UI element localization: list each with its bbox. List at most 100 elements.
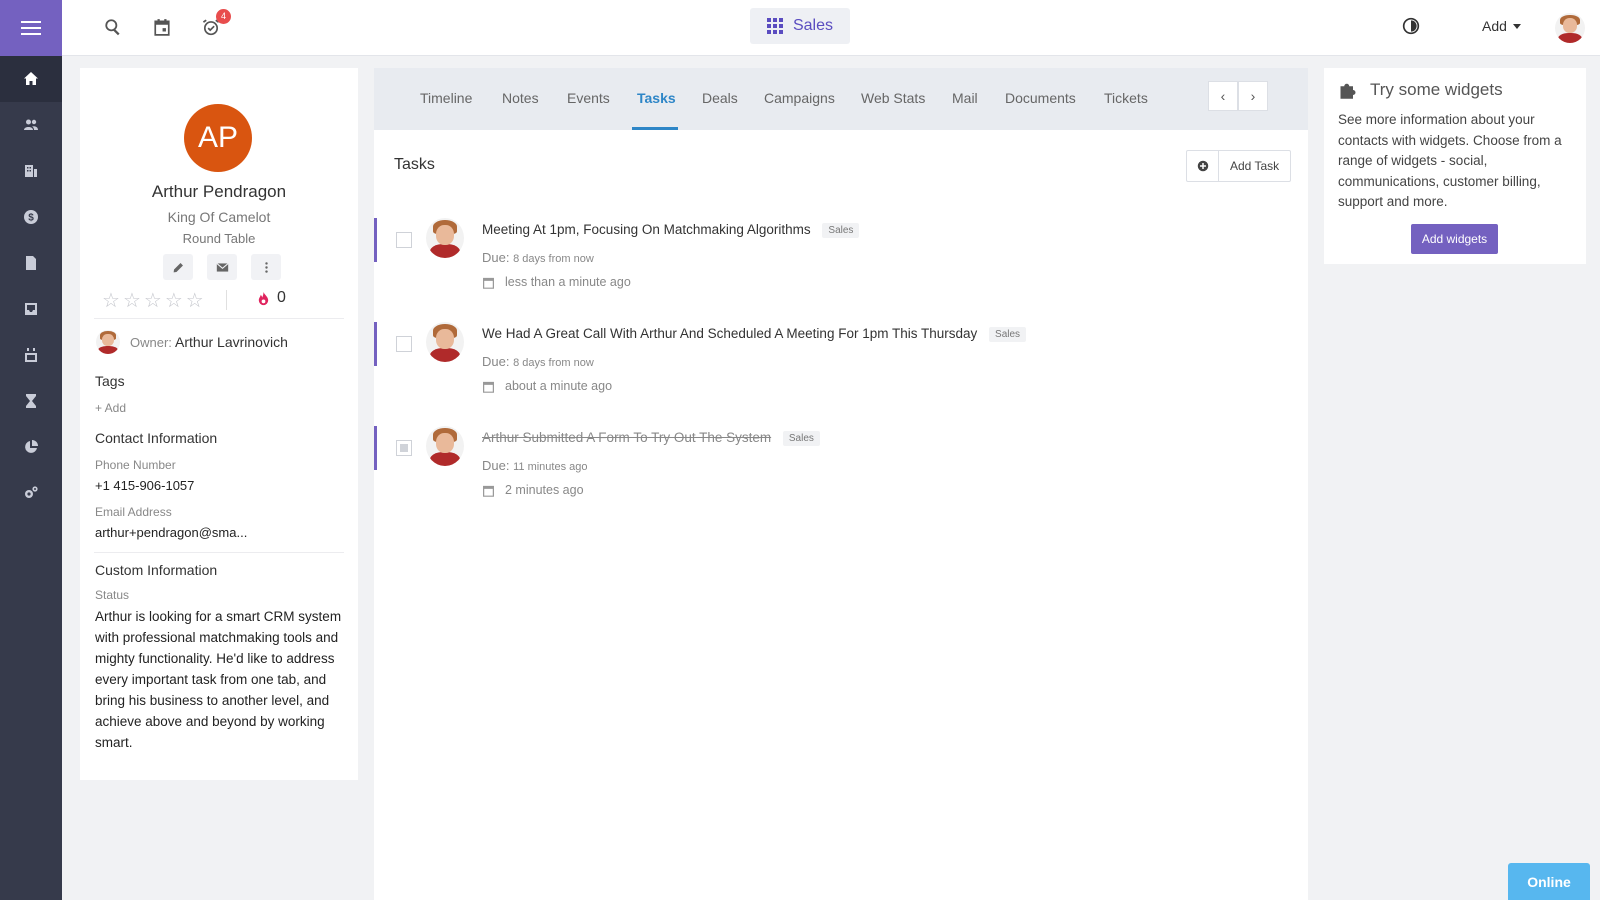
chevron-right-icon[interactable]: › — [1238, 81, 1268, 111]
theme-toggle-icon[interactable] — [1402, 17, 1420, 35]
lead-score-value: 0 — [277, 289, 286, 306]
email-button[interactable] — [207, 254, 237, 280]
star-icon[interactable]: ☆ — [102, 288, 120, 313]
edit-button[interactable] — [163, 254, 193, 280]
add-task-label: Add Task — [1230, 159, 1280, 173]
task-title-row: We Had A Great Call With Arthur And Sche… — [482, 326, 1027, 342]
task-title-row: Arthur Submitted A Form To Try Out The S… — [482, 430, 820, 446]
task-title[interactable]: We Had A Great Call With Arthur And Sche… — [482, 326, 977, 341]
owner-avatar — [96, 330, 120, 354]
task-assignee-avatar — [426, 426, 464, 466]
task-tag: Sales — [782, 430, 820, 446]
tab-scroll-controls: ‹ › — [1208, 81, 1268, 111]
app-switcher-button[interactable]: Sales — [750, 8, 850, 44]
task-due: Due: 11 minutes ago — [482, 458, 588, 473]
created-value: less than a minute ago — [505, 275, 631, 289]
nav-reports-icon[interactable] — [0, 424, 62, 470]
add-dropdown-button[interactable]: Add — [1482, 18, 1521, 34]
app-switcher-label: Sales — [792, 17, 834, 34]
contact-info-heading: Contact Information — [95, 430, 218, 446]
top-bar: 4 Sales Add — [62, 0, 1600, 56]
more-options-button[interactable] — [251, 254, 281, 280]
task-created: 2 minutes ago — [482, 483, 584, 497]
task-checkbox[interactable] — [396, 232, 412, 248]
pencil-icon — [173, 262, 183, 272]
task-title[interactable]: Meeting At 1pm, Focusing On Matchmaking … — [482, 222, 811, 237]
tab-events[interactable]: Events — [567, 90, 610, 106]
plus-circle-icon — [1187, 151, 1219, 181]
task-checkbox[interactable] — [396, 336, 412, 352]
add-tag-button[interactable]: + Add — [95, 401, 126, 415]
nav-calendar-icon[interactable] — [0, 332, 62, 378]
email-value[interactable]: arthur+pendragon@sma... — [95, 525, 247, 540]
tags-heading: Tags — [95, 373, 125, 389]
task-item: Arthur Submitted A Form To Try Out The S… — [374, 426, 1308, 516]
task-title[interactable]: Arthur Submitted A Form To Try Out The S… — [482, 430, 771, 445]
owner-row: Owner: Arthur Lavrinovich — [96, 330, 288, 354]
contact-name: Arthur Pendragon — [151, 182, 287, 201]
add-task-button[interactable]: Add Task — [1186, 150, 1292, 182]
due-value: 8 days from now — [513, 253, 594, 265]
nav-home-icon[interactable] — [0, 56, 62, 102]
star-rating[interactable]: ☆ ☆ ☆ ☆ ☆ — [102, 288, 204, 313]
search-icon[interactable] — [102, 16, 124, 38]
star-icon[interactable]: ☆ — [186, 288, 204, 313]
star-icon[interactable]: ☆ — [123, 288, 141, 313]
active-tab-indicator — [632, 127, 678, 130]
task-assignee-avatar — [426, 322, 464, 362]
calendar-icon[interactable] — [151, 16, 173, 38]
nav-inbox-icon[interactable] — [0, 286, 62, 332]
widgets-heading-row: Try some widgets — [1338, 80, 1503, 100]
task-due: Due: 8 days from now — [482, 354, 594, 369]
due-value: 8 days from now — [513, 357, 594, 369]
task-accent-bar — [374, 322, 377, 366]
phone-label: Phone Number — [95, 458, 176, 472]
divider — [94, 552, 344, 553]
task-tag: Sales — [822, 222, 860, 238]
tab-web-stats[interactable]: Web Stats — [861, 90, 925, 106]
chevron-left-icon[interactable]: ‹ — [1208, 81, 1238, 111]
star-icon[interactable]: ☆ — [144, 288, 162, 313]
contact-profile-panel: AP Arthur Pendragon King Of Camelot Roun… — [80, 68, 358, 780]
tab-mail[interactable]: Mail — [952, 90, 978, 106]
tab-notes[interactable]: Notes — [502, 90, 539, 106]
phone-value[interactable]: +1 415-906-1057 — [95, 478, 194, 493]
nav-companies-icon[interactable] — [0, 148, 62, 194]
add-widgets-button[interactable]: Add widgets — [1411, 224, 1498, 254]
nav-documents-icon[interactable] — [0, 240, 62, 286]
widgets-heading: Try some widgets — [1370, 80, 1503, 99]
tab-campaigns[interactable]: Campaigns — [764, 90, 835, 106]
tab-tasks[interactable]: Tasks — [637, 90, 676, 106]
lead-score: 0 — [256, 289, 286, 307]
kebab-menu-icon — [264, 261, 268, 273]
nav-deals-icon[interactable]: $ — [0, 194, 62, 240]
left-navigation: $ — [0, 0, 62, 900]
tab-timeline[interactable]: Timeline — [420, 90, 472, 106]
puzzle-icon — [1340, 83, 1356, 99]
user-avatar[interactable] — [1555, 13, 1585, 43]
due-label: Due: — [482, 250, 510, 265]
star-icon[interactable]: ☆ — [165, 288, 183, 313]
owner-name[interactable]: Arthur Lavrinovich — [175, 334, 288, 350]
alarm-icon[interactable]: 4 — [200, 9, 231, 38]
task-accent-bar — [374, 218, 377, 262]
task-assignee-avatar — [426, 218, 464, 258]
add-dropdown-label: Add — [1482, 18, 1507, 34]
tab-deals[interactable]: Deals — [702, 90, 738, 106]
tab-tickets[interactable]: Tickets — [1104, 90, 1148, 106]
task-due: Due: 8 days from now — [482, 250, 594, 265]
created-value: 2 minutes ago — [505, 483, 584, 497]
online-status-button[interactable]: Online — [1508, 863, 1590, 900]
nav-contacts-icon[interactable] — [0, 102, 62, 148]
menu-icon[interactable] — [0, 0, 62, 56]
due-label: Due: — [482, 458, 510, 473]
task-checkbox-checked[interactable] — [396, 440, 412, 456]
nav-settings-icon[interactable] — [0, 470, 62, 516]
nav-tasks-icon[interactable] — [0, 378, 62, 424]
owner-label: Owner: — [130, 335, 172, 350]
widgets-description: See more information about your contacts… — [1338, 112, 1562, 209]
status-value: Arthur is looking for a smart CRM system… — [95, 609, 342, 750]
tab-documents[interactable]: Documents — [1005, 90, 1076, 106]
due-value: 11 minutes ago — [513, 461, 588, 473]
contact-title: King Of Camelot — [167, 209, 271, 225]
